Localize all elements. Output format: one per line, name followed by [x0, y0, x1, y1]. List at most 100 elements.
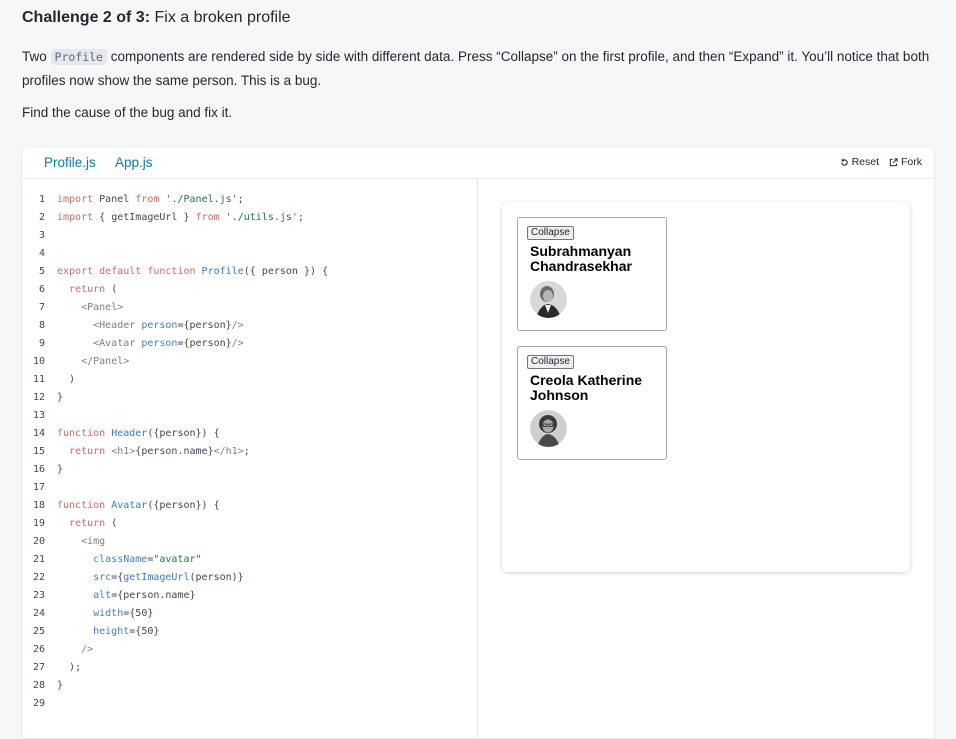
- external-link-icon: [889, 157, 898, 166]
- code-text: alt={person.name}: [93, 590, 196, 601]
- line-number: 10: [32, 356, 45, 367]
- code-line[interactable]: 6 return (: [22, 281, 117, 299]
- line-number: 17: [32, 482, 45, 493]
- reset-icon: [840, 158, 848, 166]
- fork-label: Fork: [901, 156, 922, 168]
- preview-pane: Collapse Subrahmanyan Chandrasekhar Coll…: [502, 202, 910, 572]
- code-text: className="avatar": [93, 554, 202, 565]
- desc-text-1: Two: [22, 49, 51, 64]
- code-text: export default function Profile({ person…: [57, 266, 329, 277]
- code-line[interactable]: 1 import Panel from './Panel.js';: [22, 191, 244, 209]
- line-number: 9: [38, 338, 45, 349]
- code-text: function Avatar({person}) {: [57, 500, 220, 511]
- code-line[interactable]: 18 function Avatar({person}) {: [22, 497, 220, 515]
- challenge-prefix: Challenge 2 of 3:: [22, 9, 151, 26]
- fork-button[interactable]: Fork: [889, 156, 922, 168]
- code-text: />: [81, 644, 94, 655]
- code-line[interactable]: 10 </Panel>: [22, 353, 129, 371]
- line-number: 1: [38, 194, 45, 205]
- code-line[interactable]: 4: [22, 245, 57, 263]
- line-number: 2: [38, 212, 45, 223]
- code-line[interactable]: 29: [22, 695, 57, 713]
- tab-app-js[interactable]: App.js: [115, 155, 153, 170]
- code-line[interactable]: 9 <Avatar person={person}/>: [22, 335, 244, 353]
- profile-name: Creola Katherine Johnson: [530, 372, 643, 403]
- code-text: import { getImageUrl } from './utils.js'…: [57, 212, 304, 223]
- code-text: src={getImageUrl(person)}: [93, 572, 244, 583]
- line-number: 29: [32, 698, 45, 709]
- line-number: 24: [32, 608, 45, 619]
- code-text: <Panel>: [81, 302, 124, 313]
- code-text: <img: [81, 536, 106, 547]
- line-number: 23: [32, 590, 45, 601]
- code-line[interactable]: 14 function Header({person}) {: [22, 425, 220, 443]
- inline-code: Profile: [50, 49, 107, 65]
- code-text: function Header({person}) {: [57, 428, 220, 439]
- code-text: ): [69, 374, 76, 385]
- line-number: 13: [32, 410, 45, 421]
- code-text: return <h1>{person.name}</h1>;: [69, 446, 250, 457]
- code-line[interactable]: 7 <Panel>: [22, 299, 123, 317]
- challenge-description: Two Profile components are rendered side…: [22, 45, 942, 92]
- file-tabs: Profile.js App.js Reset Fork: [22, 148, 934, 179]
- code-line[interactable]: 23 alt={person.name}: [22, 587, 196, 605]
- line-number: 7: [38, 302, 45, 313]
- line-number: 4: [38, 248, 45, 259]
- avatar: [530, 281, 567, 318]
- code-line[interactable]: 8 <Header person={person}/>: [22, 317, 244, 335]
- line-number: 15: [32, 446, 45, 457]
- line-number: 25: [32, 626, 45, 637]
- avatar: [530, 410, 567, 447]
- code-line[interactable]: 28}: [22, 677, 63, 695]
- code-text: width={50}: [93, 608, 154, 619]
- challenge-name: Fix a broken profile: [154, 9, 291, 26]
- collapse-button[interactable]: Collapse: [527, 226, 574, 240]
- line-number: 14: [32, 428, 45, 439]
- code-line[interactable]: 12}: [22, 389, 63, 407]
- code-line[interactable]: 15 return <h1>{person.name}</h1>;: [22, 443, 250, 461]
- code-line[interactable]: 24 width={50}: [22, 605, 153, 623]
- line-number: 8: [38, 320, 45, 331]
- line-number: 28: [32, 680, 45, 691]
- code-line[interactable]: 17: [22, 479, 57, 497]
- code-editor[interactable]: 1 import Panel from './Panel.js'; 2 import …: [22, 179, 478, 739]
- profile-panel: Collapse Subrahmanyan Chandrasekhar: [517, 217, 667, 331]
- code-line[interactable]: 5 export default function Profile({ perso…: [22, 263, 328, 281]
- collapse-button[interactable]: Collapse: [527, 355, 574, 369]
- line-number: 19: [32, 518, 45, 529]
- code-line[interactable]: 19 return (: [22, 515, 117, 533]
- code-line[interactable]: 25 height={50}: [22, 623, 159, 641]
- line-number: 21: [32, 554, 45, 565]
- code-line[interactable]: 22 src={getImageUrl(person)}: [22, 569, 244, 587]
- challenge-title: Challenge 2 of 3: Fix a broken profile: [22, 9, 291, 27]
- line-number: 3: [38, 230, 45, 241]
- code-text: }: [57, 392, 64, 403]
- code-text: return (: [69, 284, 118, 295]
- code-line[interactable]: 13: [22, 407, 57, 425]
- line-number: 22: [32, 572, 45, 583]
- code-text: );: [69, 662, 82, 673]
- reset-label: Reset: [851, 156, 879, 168]
- code-line[interactable]: 3: [22, 227, 57, 245]
- code-line[interactable]: 16}: [22, 461, 63, 479]
- code-line[interactable]: 26 />: [22, 641, 93, 659]
- reset-button[interactable]: Reset: [840, 156, 879, 168]
- line-number: 27: [32, 662, 45, 673]
- code-line[interactable]: 20 <img: [22, 533, 105, 551]
- code-text: </Panel>: [81, 356, 130, 367]
- line-number: 5: [38, 266, 45, 277]
- code-line[interactable]: 11 ): [22, 371, 75, 389]
- line-number: 16: [32, 464, 45, 475]
- code-line[interactable]: 27 );: [22, 659, 81, 677]
- line-number: 20: [32, 536, 45, 547]
- line-number: 6: [38, 284, 45, 295]
- code-text: import Panel from './Panel.js';: [57, 194, 244, 205]
- profile-name: Subrahmanyan Chandrasekhar: [530, 243, 632, 274]
- code-line[interactable]: 21 className="avatar": [22, 551, 202, 569]
- code-line[interactable]: 2 import { getImageUrl } from './utils.js…: [22, 209, 304, 227]
- code-text: return (: [69, 518, 118, 529]
- code-text: <Header person={person}/>: [93, 320, 244, 331]
- sandbox-actions: Reset Fork: [840, 156, 922, 168]
- line-number: 12: [32, 392, 45, 403]
- tab-profile-js[interactable]: Profile.js: [44, 155, 96, 170]
